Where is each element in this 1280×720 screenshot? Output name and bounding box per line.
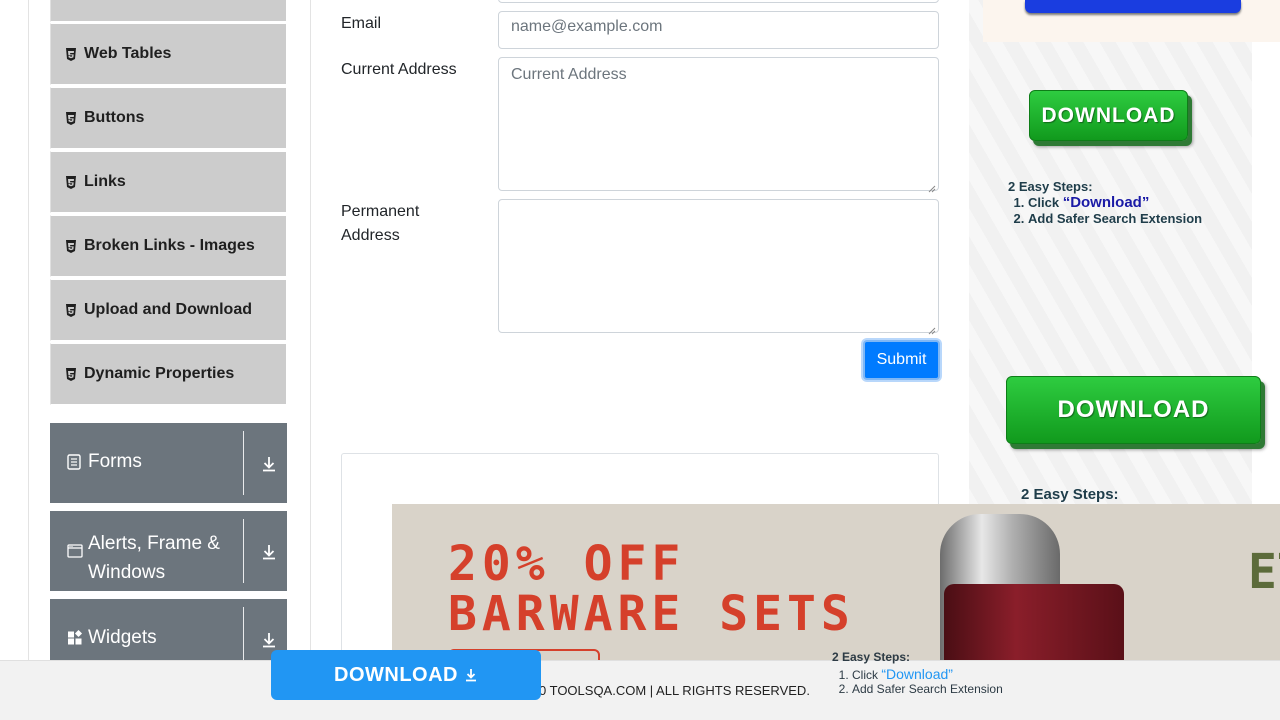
widgets-icon xyxy=(67,629,83,646)
step-item: Click “Download” xyxy=(1028,194,1202,211)
banner-headline-line1: 20% OFF xyxy=(448,536,686,592)
resize-grip-icon[interactable] xyxy=(928,180,936,193)
current-address-label: Current Address xyxy=(341,61,457,78)
page: Web Tables Buttons Links Broken Links - … xyxy=(0,0,1280,720)
ad-blue-button-partial[interactable] xyxy=(1025,0,1241,13)
permanent-address-label: Permanent Address xyxy=(341,203,420,244)
step-text: Click xyxy=(1028,195,1063,210)
sidebar-item-partial[interactable] xyxy=(50,0,287,22)
resize-grip-icon[interactable] xyxy=(928,322,936,335)
step-item: Add Safer Search Extension xyxy=(1028,211,1202,226)
tumbler-image xyxy=(944,584,1124,660)
html5-icon xyxy=(65,303,77,317)
step-item: Add Safer Search Extension xyxy=(852,682,1003,696)
html5-icon xyxy=(65,175,77,189)
sidebar-item-label: Broken Links - Images xyxy=(84,237,255,254)
download-arrow-icon[interactable] xyxy=(260,543,278,561)
sidebar-item-label: Buttons xyxy=(84,109,145,126)
html5-icon xyxy=(65,111,77,125)
banner-ad[interactable]: 20% OFF BARWARE SETS ET xyxy=(392,504,1280,660)
bottom-download-button[interactable]: DOWNLOAD xyxy=(271,650,541,700)
step-download-link[interactable]: “Download” xyxy=(1063,194,1150,211)
email-placeholder: name@example.com xyxy=(511,18,663,35)
ad-download-button[interactable]: DOWNLOAD xyxy=(1029,90,1188,141)
group-label: Forms xyxy=(88,451,142,472)
current-address-placeholder: Current Address xyxy=(511,66,627,83)
bottom-download-label: DOWNLOAD xyxy=(334,663,458,686)
steps-title: 2 Easy Steps: xyxy=(1021,486,1119,503)
sidebar-group-alerts-frame-windows[interactable]: Alerts, Frame & Windows xyxy=(50,511,287,591)
group-label: Alerts, Frame & Windows xyxy=(88,533,220,583)
window-icon xyxy=(67,542,83,558)
email-label: Email xyxy=(341,15,382,32)
step-text: Click xyxy=(852,668,882,682)
sidebar-group-forms[interactable]: Forms xyxy=(50,423,287,503)
steps-list: Click “Download” Add Safer Search Extens… xyxy=(1008,194,1202,226)
sidebar-item-broken-links-images[interactable]: Broken Links - Images xyxy=(50,215,287,277)
download-arrow-icon[interactable] xyxy=(260,631,278,649)
page-left-border xyxy=(28,0,29,660)
steps-title: 2 Easy Steps: xyxy=(1008,179,1093,194)
step-download-link[interactable]: “Download” xyxy=(881,666,953,682)
html5-icon xyxy=(65,47,77,61)
banner-headline-line2: BARWARE SETS xyxy=(448,586,855,642)
sidebar-right-border xyxy=(310,0,311,660)
download-arrow-icon[interactable] xyxy=(260,455,278,473)
sidebar-item-label: Dynamic Properties xyxy=(84,365,235,382)
step-item: Click “Download” xyxy=(852,666,1003,682)
file-icon xyxy=(67,454,83,470)
sidebar-item-label: Links xyxy=(84,173,126,190)
sidebar-item-label: Upload and Download xyxy=(84,301,252,318)
group-divider xyxy=(243,431,244,495)
download-icon xyxy=(465,669,476,682)
sidebar-item-web-tables[interactable]: Web Tables xyxy=(50,23,287,85)
group-label: Widgets xyxy=(88,627,157,648)
sidebar-item-upload-and-download[interactable]: Upload and Download xyxy=(50,279,287,341)
current-address-textarea[interactable]: Current Address xyxy=(498,57,939,193)
footer-copyright: 0 TOOLSQA.COM | ALL RIGHTS RESERVED. xyxy=(539,683,810,698)
email-field[interactable]: name@example.com xyxy=(498,11,939,49)
steps-list: Click “Download” Add Safer Search Extens… xyxy=(832,666,1003,696)
sidebar-item-label: Web Tables xyxy=(84,45,172,62)
html5-icon xyxy=(65,239,77,253)
steps-title: 2 Easy Steps: xyxy=(832,650,911,664)
permanent-address-textarea[interactable] xyxy=(498,199,939,335)
sidebar-item-links[interactable]: Links xyxy=(50,151,287,213)
bottom-ad-steps: 2 Easy Steps: Click “Download” Add Safer… xyxy=(832,650,1003,696)
group-divider xyxy=(243,519,244,583)
banner-edge-text: ET xyxy=(1248,544,1280,600)
sidebar-item-dynamic-properties[interactable]: Dynamic Properties xyxy=(50,343,287,405)
sidebar-item-buttons[interactable]: Buttons xyxy=(50,87,287,149)
ad-steps: 2 Easy Steps: Click “Download” Add Safer… xyxy=(1008,179,1202,226)
ad-download-button[interactable]: DOWNLOAD xyxy=(1006,376,1261,444)
submit-button[interactable]: Submit xyxy=(863,340,940,380)
html5-icon xyxy=(65,367,77,381)
full-name-input-partial[interactable] xyxy=(498,0,939,3)
